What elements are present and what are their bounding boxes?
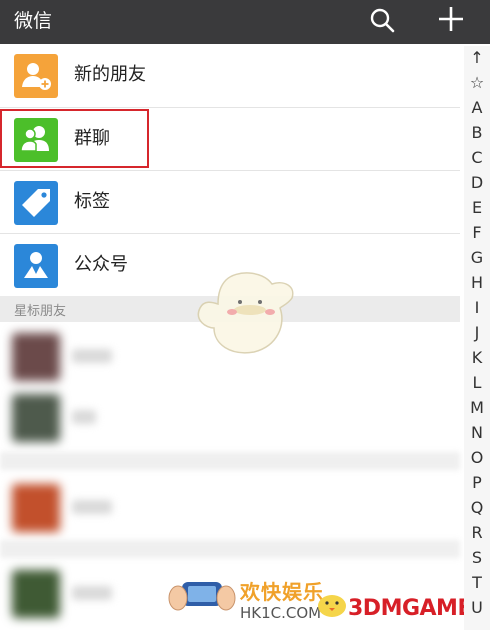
index-letter[interactable]: M — [464, 398, 490, 418]
search-icon[interactable] — [368, 6, 396, 34]
index-letter[interactable]: O — [464, 448, 490, 468]
index-letter[interactable]: U — [464, 598, 490, 618]
index-letter[interactable]: C — [464, 148, 490, 168]
new-friends-item[interactable]: 新的朋友 — [0, 44, 460, 106]
official-accounts-label: 公众号 — [74, 254, 128, 275]
list-item[interactable] — [0, 380, 460, 456]
index-letter[interactable]: F — [464, 223, 490, 243]
new-friends-label: 新的朋友 — [74, 64, 146, 85]
alphabet-index-bar[interactable]: ↑ ☆ A B C D E F G H I J K L M N O P Q R S T U — [464, 46, 490, 630]
index-letter[interactable]: ↑ — [464, 48, 490, 68]
index-letter[interactable]: L — [464, 373, 490, 393]
mascot-watermark-icon — [192, 268, 302, 360]
index-letter[interactable]: B — [464, 123, 490, 143]
blurred-name — [72, 500, 112, 514]
watermark-brand-cn: 欢快娱乐 — [240, 580, 324, 604]
tags-label: 标签 — [74, 191, 110, 212]
index-letter[interactable]: T — [464, 573, 490, 593]
watermark-brand-right: 3DMGAME — [348, 596, 472, 621]
tags-item[interactable]: 标签 — [0, 171, 460, 233]
blurred-name — [72, 410, 96, 424]
gamepad-watermark-icon — [168, 572, 236, 618]
page-title: 微信 — [14, 10, 53, 32]
index-letter[interactable]: I — [464, 298, 490, 318]
watermark-site: HK1C.COM — [240, 604, 322, 622]
index-letter[interactable]: R — [464, 523, 490, 543]
plus-icon[interactable] — [436, 4, 466, 34]
index-letter[interactable]: H — [464, 273, 490, 293]
index-letter[interactable]: ☆ — [464, 73, 490, 93]
index-letter[interactable]: D — [464, 173, 490, 193]
index-letter[interactable]: K — [464, 348, 490, 368]
index-letter[interactable]: E — [464, 198, 490, 218]
blurred-name — [72, 586, 112, 600]
tag-icon — [14, 181, 58, 225]
avatar — [12, 484, 60, 532]
highlight-box — [0, 109, 149, 168]
index-letter[interactable]: Q — [464, 498, 490, 518]
blurred-name — [72, 349, 112, 363]
official-account-icon — [14, 244, 58, 288]
chick-watermark-icon — [315, 588, 349, 618]
index-letter[interactable]: N — [464, 423, 490, 443]
index-letter[interactable]: G — [464, 248, 490, 268]
divider — [0, 540, 460, 558]
divider — [0, 452, 460, 470]
add-friend-icon — [14, 54, 58, 98]
index-letter[interactable]: P — [464, 473, 490, 493]
index-letter[interactable]: A — [464, 98, 490, 118]
top-bar: 微信 — [0, 0, 490, 44]
avatar — [12, 333, 60, 381]
avatar — [12, 394, 60, 442]
list-item[interactable] — [0, 470, 460, 546]
index-letter[interactable]: J — [464, 323, 490, 343]
index-letter[interactable]: S — [464, 548, 490, 568]
avatar — [12, 570, 60, 618]
starred-section-title: 星标朋友 — [14, 304, 67, 319]
